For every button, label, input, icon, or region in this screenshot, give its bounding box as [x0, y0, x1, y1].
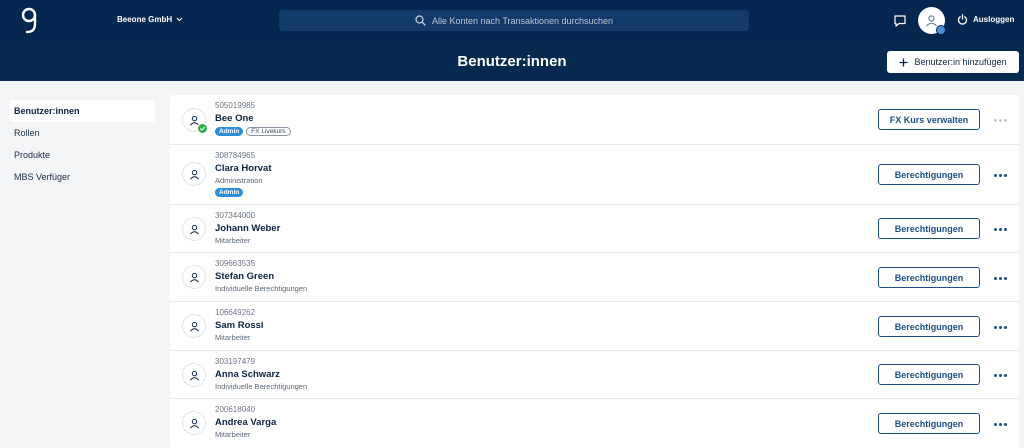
user-row: 106649262 Sam Rossi Mitarbeiter Berechti… [170, 302, 1019, 351]
user-icon [189, 169, 199, 180]
user-role: Mitarbeiter [215, 430, 251, 439]
sidebar-navigation: Benutzer:innen Rollen Produkte MBS Verfü… [9, 100, 155, 188]
page-title: Benutzer:innen [457, 53, 567, 70]
user-icon [189, 418, 199, 429]
sidebar-item-users[interactable]: Benutzer:innen [9, 100, 155, 122]
user-id: 200618040 [215, 405, 256, 414]
user-row: 303197479 Anna Schwarz Individuelle Bere… [170, 351, 1019, 399]
user-role: Mitarbeiter [215, 236, 251, 245]
more-options-icon[interactable] [992, 224, 1008, 234]
user-name[interactable]: Sam Rossi [215, 320, 264, 331]
add-user-button[interactable]: Benutzer:in hinzufügen [887, 51, 1019, 73]
more-options-icon[interactable] [992, 322, 1008, 332]
add-user-label: Benutzer:in hinzufügen [914, 57, 1007, 67]
user-icon [926, 15, 937, 27]
user-id: 308784965 [215, 151, 256, 160]
user-id: 106649262 [215, 308, 256, 317]
plus-icon [899, 58, 908, 66]
more-options-icon[interactable] [992, 115, 1008, 125]
sidebar-item-label: Rollen [14, 128, 40, 138]
settings-badge-icon [936, 25, 946, 35]
user-tags: Admin FX Livekurs [215, 127, 291, 136]
admin-tag: Admin [215, 127, 244, 136]
chevron-down-icon [176, 17, 183, 22]
user-name[interactable]: Stefan Green [215, 271, 274, 282]
logout-label: Ausloggen [973, 15, 1015, 24]
user-role: Mitarbeiter [215, 333, 251, 342]
sidebar-item-roles[interactable]: Rollen [9, 122, 155, 144]
user-role: Administration [215, 176, 263, 185]
permissions-button[interactable]: Berechtigungen [878, 413, 980, 434]
sidebar-item-label: MBS Verfüger [14, 172, 71, 182]
page-title-bar: Benutzer:innen Benutzer:in hinzufügen [0, 42, 1024, 81]
user-list: 505019985 Bee One Admin FX Livekurs FX K… [170, 95, 1019, 448]
user-avatar [182, 162, 206, 186]
company-name: Beeone GmbH [117, 15, 173, 24]
more-options-icon[interactable] [992, 370, 1008, 380]
user-id: 505019985 [215, 101, 256, 110]
power-icon [957, 14, 968, 25]
sidebar-item-label: Produkte [14, 150, 51, 160]
user-row: 200618040 Andrea Varga Mitarbeiter Berec… [170, 399, 1019, 448]
search-input[interactable]: Alle Konten nach Transaktionen durchsuch… [279, 10, 749, 31]
user-avatar [182, 314, 206, 338]
user-avatar [182, 363, 206, 387]
fx-rate-manage-button[interactable]: FX Kurs verwalten [878, 109, 980, 130]
user-role: Individuelle Berechtigungen [215, 284, 308, 293]
user-icon [189, 370, 199, 381]
user-avatar [182, 265, 206, 289]
user-name[interactable]: Clara Horvat [215, 163, 272, 174]
user-id: 307344000 [215, 211, 256, 220]
user-name[interactable]: Bee One [215, 113, 254, 124]
user-tags: Admin [215, 188, 244, 197]
user-row: 505019985 Bee One Admin FX Livekurs FX K… [170, 95, 1019, 145]
user-id: 303197479 [215, 357, 256, 366]
user-name[interactable]: Andrea Varga [215, 417, 276, 428]
search-placeholder: Alle Konten nach Transaktionen durchsuch… [431, 15, 614, 26]
user-row: 308784965 Clara Horvat Administration Ad… [170, 145, 1019, 205]
more-options-icon[interactable] [992, 170, 1008, 180]
sidebar-item-label: Benutzer:innen [14, 106, 80, 116]
verified-check-icon [197, 123, 208, 134]
user-avatar [182, 217, 206, 241]
user-name[interactable]: Johann Weber [215, 223, 280, 234]
user-icon [189, 224, 199, 235]
chat-icon[interactable] [893, 14, 907, 28]
user-row: 307344000 Johann Weber Mitarbeiter Berec… [170, 205, 1019, 253]
user-role: Individuelle Berechtigungen [215, 382, 308, 391]
user-name[interactable]: Anna Schwarz [215, 369, 280, 380]
bank-logo-icon[interactable] [20, 6, 38, 36]
more-options-icon[interactable] [992, 419, 1008, 429]
logout-button[interactable]: Ausloggen [957, 14, 1014, 25]
admin-tag: Admin [215, 188, 244, 197]
more-options-icon[interactable] [992, 273, 1008, 283]
user-id: 309663535 [215, 259, 256, 268]
fx-livekurs-tag: FX Livekurs [246, 127, 291, 136]
permissions-button[interactable]: Berechtigungen [878, 218, 980, 239]
user-avatar [182, 108, 208, 134]
sidebar-item-mbs-verfueger[interactable]: MBS Verfüger [9, 166, 155, 188]
user-row: 309663535 Stefan Green Individuelle Bere… [170, 253, 1019, 302]
permissions-button[interactable]: Berechtigungen [878, 164, 980, 185]
search-icon [415, 15, 426, 26]
top-navigation-bar: Beeone GmbH Alle Konten nach Transaktion… [0, 0, 1024, 42]
user-icon [189, 272, 199, 283]
profile-avatar[interactable] [918, 7, 946, 35]
permissions-button[interactable]: Berechtigungen [878, 316, 980, 337]
company-selector[interactable]: Beeone GmbH [117, 15, 183, 24]
sidebar-item-products[interactable]: Produkte [9, 144, 155, 166]
user-icon [189, 321, 199, 332]
user-avatar [182, 411, 206, 435]
permissions-button[interactable]: Berechtigungen [878, 364, 980, 385]
permissions-button[interactable]: Berechtigungen [878, 267, 980, 288]
